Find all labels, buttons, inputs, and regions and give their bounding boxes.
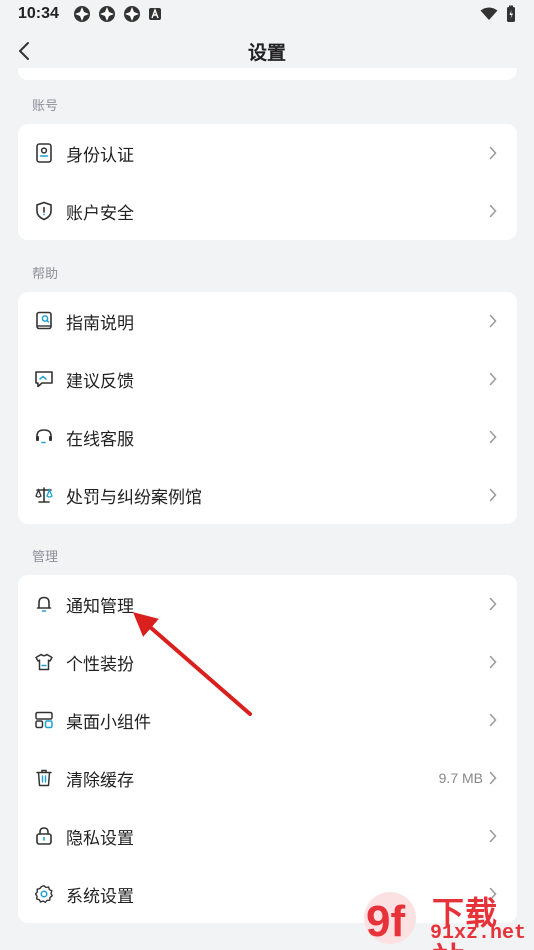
menu-item-desktop-widget[interactable]: 桌面小组件 (18, 691, 517, 749)
status-bar: 10:34 (0, 0, 534, 28)
section-label-help: 帮助 (32, 267, 59, 282)
chevron-right-icon (489, 654, 499, 670)
app-notification-icon (73, 6, 90, 22)
menu-item-label: 指南说明 (66, 313, 134, 334)
section-label-account: 账号 (32, 99, 59, 114)
id-card-icon (34, 143, 54, 163)
shield-icon (34, 201, 54, 221)
page-title: 设置 (247, 41, 286, 64)
chevron-right-icon (489, 770, 499, 786)
chevron-right-icon (489, 203, 499, 219)
chevron-right-icon (489, 596, 499, 612)
chevron-right-icon (489, 145, 499, 161)
chevron-right-icon (489, 828, 499, 844)
menu-item-label: 账户安全 (66, 203, 134, 224)
card-account: 身份认证 账户安全 (18, 124, 517, 240)
guide-book-icon (34, 311, 54, 331)
previous-card-edge (18, 68, 517, 80)
notification-icons (73, 5, 162, 23)
widget-icon (34, 710, 54, 730)
scale-icon (34, 485, 54, 505)
app-notification-icon (123, 6, 140, 22)
back-button[interactable] (12, 38, 36, 64)
menu-item-label: 桌面小组件 (66, 712, 151, 733)
watermark-text-bottom: 91xz.net (430, 922, 527, 945)
keyboard-a-icon (148, 8, 161, 20)
watermark: 9f 下载站 91xz.net (360, 888, 530, 950)
menu-item-online-service[interactable]: 在线客服 (18, 408, 517, 466)
chevron-right-icon (489, 313, 499, 329)
battery-icon (507, 5, 515, 22)
lock-icon (34, 826, 54, 846)
section-label-management: 管理 (32, 550, 59, 565)
card-help: 指南说明 建议反馈 在线客服 处罚与纠纷案例馆 (18, 292, 517, 524)
svg-text:9f: 9f (366, 897, 405, 946)
feedback-icon (34, 369, 54, 389)
status-time: 10:34 (18, 5, 59, 22)
menu-item-account-security[interactable]: 账户安全 (18, 182, 517, 240)
menu-item-label: 在线客服 (66, 429, 134, 450)
menu-item-label: 通知管理 (66, 596, 134, 617)
menu-item-label: 建议反馈 (66, 371, 134, 392)
menu-item-case-library[interactable]: 处罚与纠纷案例馆 (18, 466, 517, 524)
menu-item-privacy-settings[interactable]: 隐私设置 (18, 807, 517, 865)
bell-icon (34, 594, 54, 614)
menu-item-personalization[interactable]: 个性装扮 (18, 633, 517, 691)
menu-item-clear-cache[interactable]: 清除缓存 9.7 MB (18, 749, 517, 807)
wifi-icon (480, 7, 498, 20)
menu-item-label: 清除缓存 (66, 770, 134, 791)
cache-size-value: 9.7 MB (438, 770, 483, 786)
shirt-icon (34, 652, 54, 672)
watermark-logo: 9f (364, 892, 416, 946)
gear-icon (34, 884, 54, 904)
menu-item-guide[interactable]: 指南说明 (18, 292, 517, 350)
menu-item-label: 身份认证 (66, 145, 134, 166)
menu-item-notification-management[interactable]: 通知管理 (18, 575, 517, 633)
menu-item-feedback[interactable]: 建议反馈 (18, 350, 517, 408)
chevron-right-icon (489, 429, 499, 445)
headset-icon (34, 427, 54, 447)
system-icons (480, 5, 516, 23)
chevron-left-icon (19, 42, 29, 60)
menu-item-label: 处罚与纠纷案例馆 (66, 487, 202, 508)
card-management: 通知管理 个性装扮 桌面小组件 清除缓存 9.7 MB 隐私设置 系统设置 (18, 575, 517, 923)
chevron-right-icon (489, 371, 499, 387)
menu-item-identity-verification[interactable]: 身份认证 (18, 124, 517, 182)
menu-item-label: 隐私设置 (66, 828, 134, 849)
chevron-right-icon (489, 487, 499, 503)
trash-icon (34, 768, 54, 788)
chevron-right-icon (489, 712, 499, 728)
menu-item-label: 个性装扮 (66, 654, 134, 675)
app-notification-icon (98, 6, 115, 22)
